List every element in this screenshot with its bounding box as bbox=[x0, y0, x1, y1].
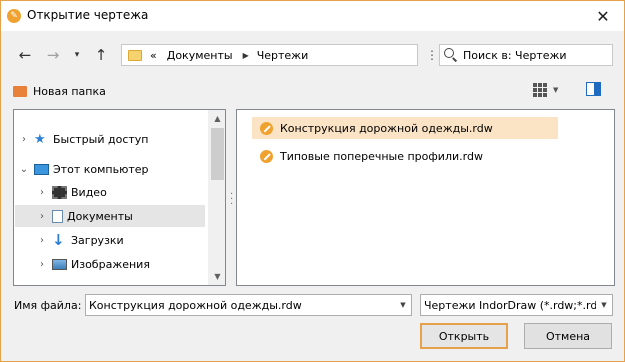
app-logo-icon: ✎ bbox=[7, 9, 21, 23]
more-options-dots-icon[interactable]: ⋮ bbox=[426, 48, 438, 62]
cancel-button[interactable]: Отмена bbox=[524, 323, 612, 349]
chevron-right-icon[interactable]: › bbox=[36, 235, 48, 246]
chevron-right-icon[interactable]: › bbox=[18, 134, 30, 145]
tree-item-label: Этот компьютер bbox=[53, 162, 149, 176]
tree-scrollbar[interactable]: ▲ ▼ bbox=[208, 110, 225, 285]
scroll-down-arrow-icon[interactable]: ▼ bbox=[209, 268, 226, 285]
breadcrumb-drawings[interactable]: Чертежи bbox=[257, 49, 309, 62]
tree-item-label: Изображения bbox=[71, 257, 150, 271]
new-folder-label: Новая папка bbox=[33, 84, 106, 98]
rdw-file-icon bbox=[260, 149, 273, 163]
tree-item-label: Быстрый доступ bbox=[53, 132, 149, 146]
tree-item-video[interactable]: › Видео bbox=[15, 181, 205, 203]
chevron-down-icon: ▼ bbox=[553, 86, 559, 94]
filename-field[interactable] bbox=[86, 298, 395, 312]
chevron-down-icon[interactable]: ⌄ bbox=[18, 164, 30, 175]
new-folder-button[interactable]: Новая папка bbox=[13, 82, 106, 100]
file-name: Типовые поперечные профили.rdw bbox=[280, 149, 483, 163]
change-view-button[interactable]: ▼ bbox=[533, 81, 563, 99]
file-item[interactable]: Конструкция дорожной одежды.rdw bbox=[252, 117, 558, 139]
tree-item-downloads[interactable]: › ↓ Загрузки bbox=[15, 229, 205, 251]
open-drawing-dialog: ✎ Открытие чертежа ✕ ← → ▾ ↑ « Документы… bbox=[0, 0, 625, 362]
chevron-down-icon[interactable]: ▼ bbox=[596, 301, 612, 309]
breadcrumb-separator-icon[interactable]: ▶ bbox=[243, 51, 249, 60]
search-input[interactable]: Поиск в: Чертежи bbox=[439, 44, 613, 66]
back-arrow-icon[interactable]: ← bbox=[15, 45, 35, 65]
navigation-tree[interactable]: › ★ Быстрый доступ ⌄ Этот компьютер › Ви… bbox=[13, 109, 226, 286]
documents-icon bbox=[52, 209, 63, 223]
tree-item-quick-access[interactable]: › ★ Быстрый доступ bbox=[15, 128, 205, 150]
title-bar: ✎ Открытие чертежа ✕ bbox=[1, 1, 624, 31]
filename-combobox[interactable]: ▼ bbox=[85, 294, 412, 316]
chevron-right-icon[interactable]: › bbox=[36, 211, 48, 222]
open-button[interactable]: Открыть bbox=[420, 323, 508, 349]
up-folder-arrow-icon[interactable]: ↑ bbox=[91, 45, 111, 65]
window-title: Открытие чертежа bbox=[27, 8, 149, 22]
filename-label: Имя файла: bbox=[14, 299, 82, 312]
scrollbar-thumb[interactable] bbox=[211, 128, 224, 180]
chevron-down-icon[interactable]: ▼ bbox=[395, 301, 411, 309]
pane-splitter-handle[interactable]: · · · bbox=[230, 190, 233, 210]
rdw-file-icon bbox=[260, 121, 273, 135]
close-icon[interactable]: ✕ bbox=[590, 4, 616, 28]
download-icon: ↓ bbox=[52, 230, 65, 249]
file-type-select[interactable]: Чертежи IndorDraw (*.rdw;*.rdw ▼ bbox=[420, 294, 613, 316]
preview-pane-icon[interactable] bbox=[586, 82, 601, 96]
tree-item-documents[interactable]: › Документы bbox=[15, 205, 205, 227]
file-item[interactable]: Типовые поперечные профили.rdw bbox=[252, 145, 483, 167]
tree-item-label: Документы bbox=[67, 209, 133, 223]
video-icon bbox=[52, 185, 67, 199]
chevron-right-icon[interactable]: › bbox=[36, 259, 48, 270]
search-icon bbox=[444, 48, 458, 62]
tree-item-pictures[interactable]: › Изображения bbox=[15, 253, 205, 275]
scroll-up-arrow-icon[interactable]: ▲ bbox=[209, 110, 226, 127]
grid-view-icon bbox=[533, 83, 547, 97]
tree-item-this-pc[interactable]: ⌄ Этот компьютер bbox=[15, 158, 205, 180]
file-name: Конструкция дорожной одежды.rdw bbox=[280, 121, 493, 135]
search-placeholder: Поиск в: Чертежи bbox=[463, 48, 567, 62]
tree-item-label: Загрузки bbox=[71, 233, 124, 247]
star-icon: ★ bbox=[34, 131, 46, 147]
address-bar[interactable]: « Документы ▶ Чертежи bbox=[121, 44, 418, 66]
pictures-icon bbox=[52, 258, 67, 270]
tree-item-label: Видео bbox=[71, 185, 107, 199]
file-type-value: Чертежи IndorDraw (*.rdw;*.rdw bbox=[424, 298, 596, 312]
chevron-right-icon[interactable]: › bbox=[36, 187, 48, 198]
breadcrumb-documents[interactable]: Документы bbox=[167, 49, 233, 62]
file-list[interactable]: Конструкция дорожной одежды.rdw Типовые … bbox=[236, 109, 615, 286]
forward-arrow-icon[interactable]: → bbox=[43, 45, 63, 65]
breadcrumb-overflow[interactable]: « bbox=[150, 49, 157, 62]
computer-icon bbox=[34, 163, 49, 175]
folder-icon bbox=[128, 49, 142, 61]
new-folder-icon bbox=[13, 85, 27, 97]
recent-locations-chevron-icon[interactable]: ▾ bbox=[71, 45, 83, 65]
